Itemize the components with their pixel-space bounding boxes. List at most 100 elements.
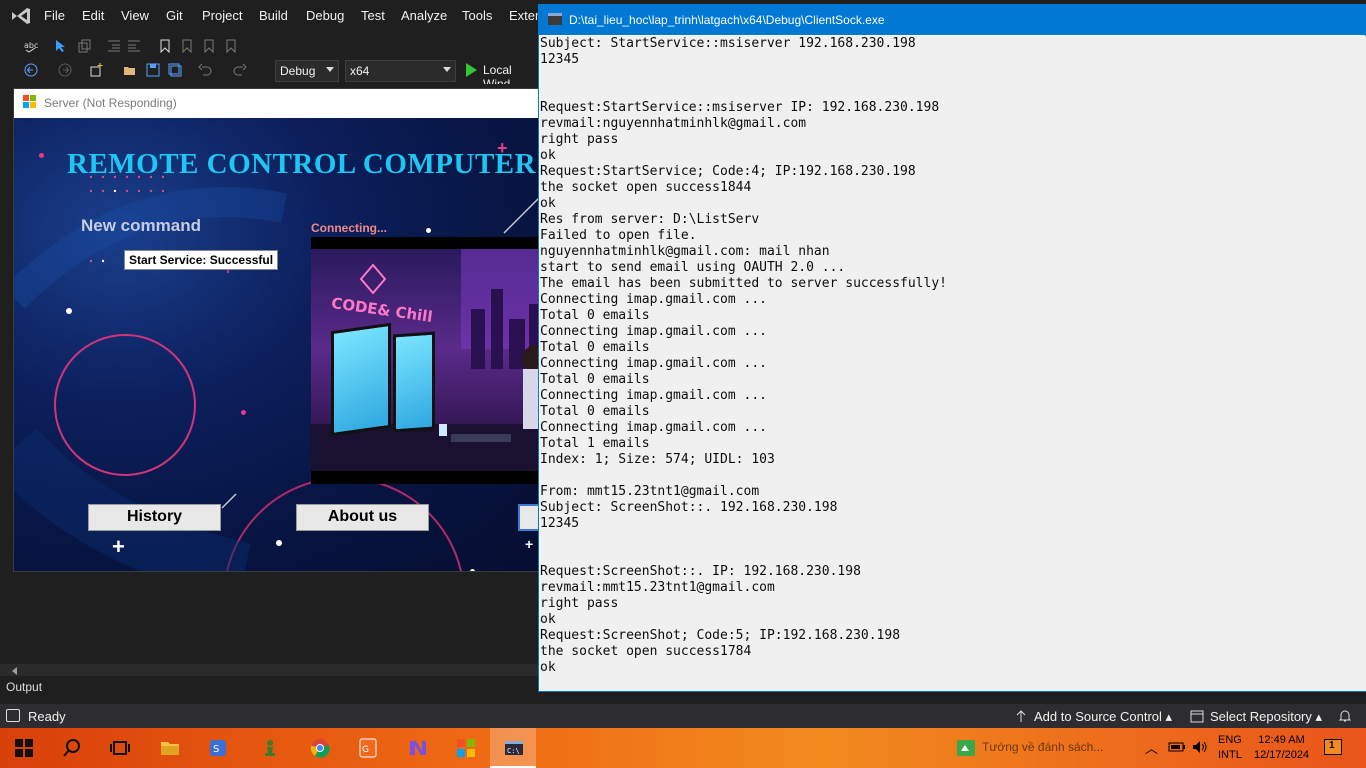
add-to-source-control-label: Add to Source Control	[1034, 709, 1162, 724]
taskbar-file-explorer[interactable]	[146, 728, 192, 768]
server-client-area: + + + + REMOTE CONTROL COMPUTER BY New c…	[14, 118, 540, 571]
menu-build[interactable]: Build	[259, 8, 288, 23]
about-us-button[interactable]: About us	[296, 504, 429, 531]
console-line: Request:StartService::msiserver IP: 192.…	[540, 100, 940, 115]
menu-view[interactable]: View	[121, 8, 149, 23]
add-to-source-control-button[interactable]: Add to Source Control ▴	[1034, 709, 1172, 725]
redo-icon[interactable]	[233, 63, 247, 77]
chess-pawn-icon	[265, 740, 275, 756]
console-line: ok	[540, 660, 556, 675]
app-heading: REMOTE CONTROL COMPUTER BY	[67, 148, 540, 180]
new-project-icon[interactable]	[89, 63, 103, 77]
taskbar-visual-studio[interactable]	[394, 728, 440, 768]
menu-project[interactable]: Project	[202, 8, 242, 23]
start-debugging-icon[interactable]	[466, 63, 477, 77]
console-line: right pass	[540, 132, 619, 147]
spell-check-icon[interactable]: abc	[24, 39, 38, 53]
input-language-indicator[interactable]: ENG INTL	[1218, 733, 1242, 763]
menu-edit[interactable]: Edit	[82, 8, 104, 23]
taskbar-chrome[interactable]	[296, 728, 342, 768]
platform-value: x64	[350, 64, 370, 78]
history-button[interactable]: History	[88, 504, 221, 531]
open-file-icon[interactable]	[123, 63, 137, 77]
menu-debug[interactable]: Debug	[306, 8, 344, 23]
select-repository-button[interactable]: Select Repository ▴	[1210, 709, 1322, 725]
vs-standard-toolbar: Debug x64 Local Wind	[0, 58, 540, 91]
server-titlebar[interactable]: Server (Not Responding)	[14, 89, 539, 118]
menu-analyze[interactable]: Analyze	[401, 8, 447, 23]
undo-icon[interactable]	[198, 63, 212, 77]
start-button[interactable]	[0, 728, 46, 768]
bookmark-icon[interactable]	[158, 39, 172, 53]
clock-time: 12:49 AM	[1258, 734, 1305, 746]
cursor-icon[interactable]	[54, 39, 68, 53]
save-icon[interactable]	[146, 63, 160, 77]
windows-taskbar: S G C:\ Tướng về đánh sách... ︿ ENG INTL…	[0, 728, 1366, 768]
weather-news-text[interactable]: Tướng về đánh sách...	[982, 740, 1103, 754]
taskbar-app-store[interactable]: S	[194, 728, 240, 768]
copy-icon[interactable]	[78, 39, 92, 53]
svg-text:C:\: C:\	[507, 747, 520, 755]
vs-status-bar: Ready Add to Source Control ▴ Select Rep…	[0, 704, 1366, 728]
console-line: Request:ScreenShot; Code:5; IP:192.168.2…	[540, 628, 901, 643]
menu-test[interactable]: Test	[361, 8, 385, 23]
console-titlebar[interactable]: D:\tai_lieu_hoc\lap_trinh\latgach\x64\De…	[539, 5, 1365, 35]
about-us-label: About us	[327, 508, 398, 525]
solution-platform-select[interactable]: x64	[345, 60, 456, 82]
new-command-label: New command	[81, 216, 201, 235]
svg-text:abc: abc	[24, 41, 38, 50]
notification-center-button[interactable]: 1	[1324, 739, 1342, 755]
taskbar-chess[interactable]	[246, 728, 292, 768]
console-line: ok	[540, 196, 556, 211]
volume-icon[interactable]	[1192, 740, 1208, 754]
console-line: Res from server: D:\ListServ	[540, 212, 760, 227]
vs-text-toolbar: abc	[0, 34, 540, 58]
scroll-left-icon[interactable]	[12, 667, 17, 675]
system-clock[interactable]: 12:49 AM 12/17/2024	[1254, 733, 1309, 763]
prev-bookmark-icon[interactable]	[180, 39, 194, 53]
console-line: Index: 1; Size: 574; UIDL: 103	[540, 452, 775, 467]
next-bookmark-icon[interactable]	[202, 39, 216, 53]
console-output[interactable]: Subject: StartService::msiserver 192.168…	[540, 36, 1366, 691]
save-all-icon[interactable]	[168, 63, 182, 77]
clear-bookmarks-icon[interactable]	[224, 39, 238, 53]
solution-configuration-select[interactable]: Debug	[275, 60, 339, 82]
forward-navigate-icon[interactable]	[58, 63, 72, 77]
console-app-icon	[548, 13, 562, 25]
svg-text:G: G	[362, 745, 369, 755]
outdent-icon[interactable]	[107, 39, 121, 53]
service-status-label: Start Service: Successful	[124, 250, 279, 270]
output-panel-tab[interactable]: Output	[6, 680, 42, 694]
console-line: The email has been submitted to server s…	[540, 276, 947, 291]
console-line: Subject: ScreenShot::. 192.168.230.198	[540, 500, 838, 515]
svg-text:S: S	[213, 744, 219, 755]
taskbar-server-app[interactable]	[442, 728, 488, 768]
console-line: Failed to open file.	[540, 228, 697, 243]
status-ready-text: Ready	[28, 709, 66, 724]
weather-widget-icon[interactable]	[956, 739, 976, 757]
task-view-button[interactable]	[96, 728, 142, 768]
menu-git[interactable]: Git	[166, 8, 183, 23]
decor-dot	[241, 410, 246, 415]
taskbar-pdf-reader[interactable]: G	[344, 728, 390, 768]
console-line: 12345	[540, 516, 580, 531]
search-button[interactable]	[48, 728, 94, 768]
battery-icon[interactable]	[1168, 740, 1186, 754]
decor-plus: +	[525, 536, 534, 552]
console-line: Connecting imap.gmail.com ...	[540, 292, 767, 307]
partial-button[interactable]	[518, 504, 539, 531]
status-message-icon[interactable]	[6, 709, 20, 722]
show-hidden-icons-icon[interactable]: ︿	[1145, 738, 1158, 757]
horizontal-scrollbar[interactable]	[0, 664, 540, 676]
indent-icon[interactable]	[127, 39, 141, 53]
server-window: Server (Not Responding) + + + + REM	[13, 88, 540, 572]
notifications-bell-icon[interactable]	[1338, 709, 1352, 723]
console-line: revmail:mmt15.23tnt1@gmail.com	[540, 580, 775, 595]
menu-tools[interactable]: Tools	[462, 8, 492, 23]
back-navigate-icon[interactable]	[24, 63, 38, 77]
taskbar-console-app[interactable]: C:\	[490, 728, 536, 768]
menu-file[interactable]: File	[44, 8, 65, 23]
